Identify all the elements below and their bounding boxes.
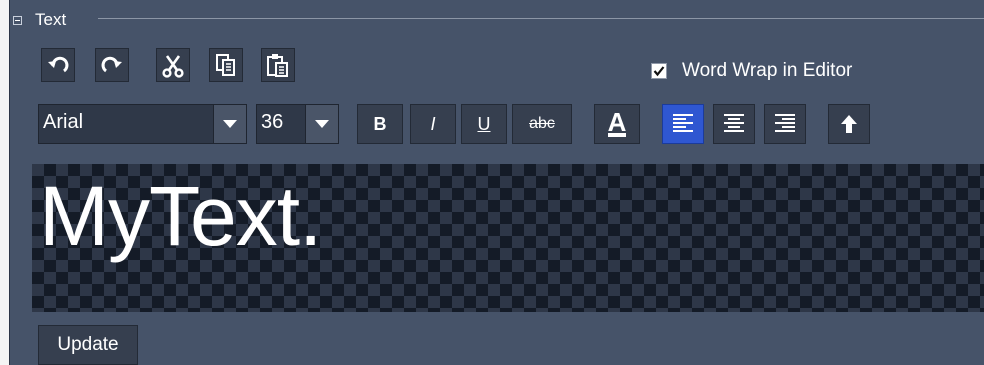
align-right-button[interactable] [764,104,806,144]
preview-text: MyText. [39,169,322,263]
chevron-down-icon[interactable] [213,105,246,143]
bold-button[interactable]: B [357,104,403,144]
scissors-icon [162,55,184,78]
align-center-button[interactable] [713,104,755,144]
font-color-icon: A [607,107,627,137]
copy-button[interactable] [209,48,243,82]
group-divider [98,18,984,19]
update-button[interactable]: Update [38,325,138,365]
copy-icon [216,54,235,76]
underline-button[interactable]: U [461,104,507,144]
strikethrough-button[interactable]: abc [512,104,572,144]
align-left-button[interactable] [662,104,704,144]
italic-button[interactable]: I [410,104,456,144]
align-left-icon [673,114,693,132]
redo-button[interactable] [95,48,129,82]
size-select[interactable]: 36 [256,104,339,144]
cut-button[interactable] [156,48,190,82]
word-wrap-label[interactable]: Word Wrap in Editor [682,60,852,82]
align-right-icon [775,114,795,132]
text-preview[interactable]: MyText. [32,164,984,312]
word-wrap-checkbox[interactable] [651,63,667,79]
check-icon [653,66,665,77]
arrow-up-icon [841,115,857,133]
font-select[interactable]: Arial [38,104,247,144]
chevron-down-icon[interactable] [305,105,338,143]
undo-icon [48,56,69,73]
font-color-button[interactable]: A [594,104,640,144]
text-panel: Text Word Wrap in Editor Arial 36 B I U … [9,0,984,365]
paste-button[interactable] [261,48,295,82]
minus-box-icon[interactable] [13,16,22,25]
paste-icon [267,54,288,77]
undo-button[interactable] [41,48,75,82]
redo-icon [101,56,122,73]
move-up-button[interactable] [828,104,870,144]
size-select-value: 36 [261,111,284,133]
font-select-value: Arial [43,111,84,133]
align-center-icon [724,114,744,132]
group-title: Text [35,10,67,29]
